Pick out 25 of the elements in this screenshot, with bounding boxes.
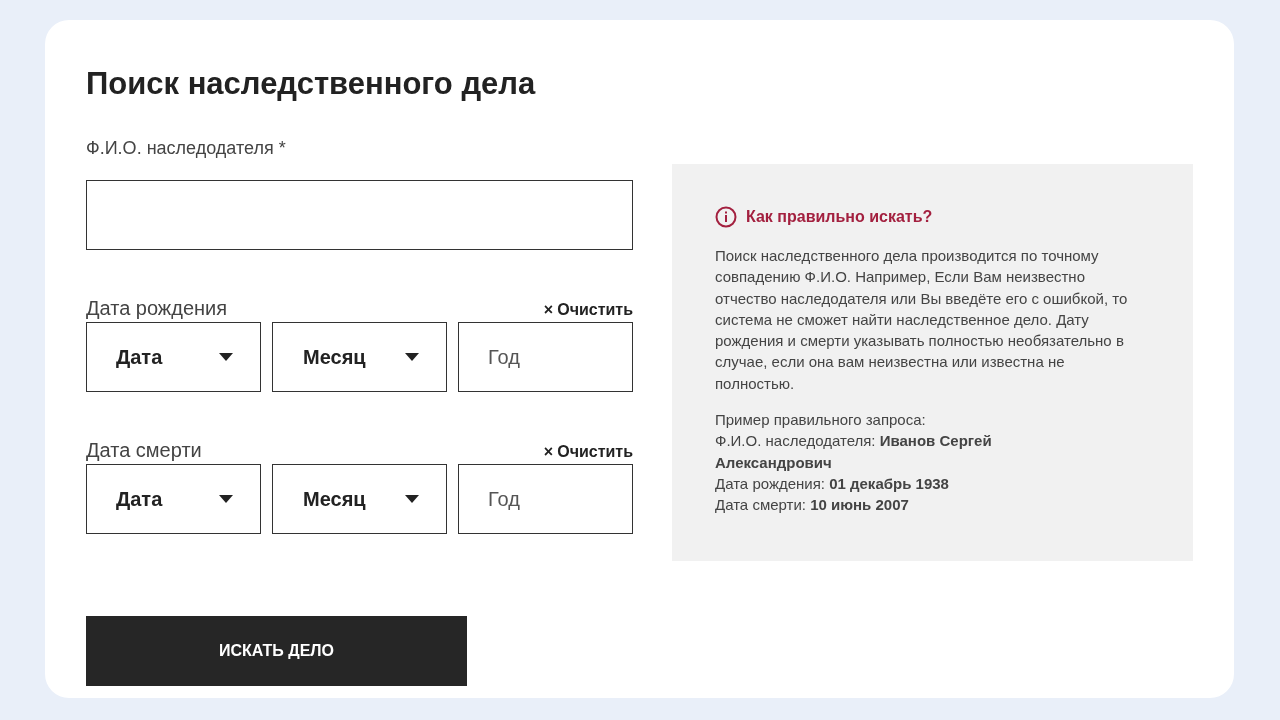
year-input-field[interactable]: Год [458,464,633,534]
name-input-field[interactable] [86,180,633,250]
example-title: Пример правильного запроса: [715,410,927,431]
example-line: Дата рождения: 01 декабрь 1938 [715,473,950,494]
search-button[interactable]: ИСКАТЬ ДЕЛО [86,616,467,686]
day-dropdown[interactable]: Дата [86,322,261,392]
example-line: Дата смерти: 10 июнь 2007 [715,495,910,516]
field-label: Дата смерти [86,438,202,462]
year-input-field[interactable]: Год [458,322,633,392]
field-label: Ф.И.О. наследодателя * [86,137,287,160]
example-line: Ф.И.О. наследодателя: Иванов Сергей Александрович [715,431,993,473]
month-dropdown[interactable]: Месяц [272,322,447,392]
caret-icon [219,495,233,503]
caret-icon [219,353,233,361]
month-dropdown[interactable]: Месяц [272,464,447,534]
caret-icon [405,353,419,361]
page-title: Поиск наследственного дела [86,65,537,103]
day-dropdown[interactable]: Дата [86,464,261,534]
help-text: Поиск наследственного дела производится по точному совпадению Ф.И.О. Например, Если Вам неизвестно отчество наследодателя или Вы введёте его с ошибкой, то система не сможет найти наследственное дело. Дату рождения и смерти указывать полностью необязательно в случае, если она вам неизвестна или известна не полностью. [715,246,1129,394]
info-icon [715,206,737,228]
clear-button[interactable]: × Очистить [543,442,633,462]
clear-button[interactable]: × Очистить [543,300,633,320]
help-title: Как правильно искать? [746,207,933,227]
caret-icon [405,495,419,503]
field-label: Дата рождения [86,296,228,320]
